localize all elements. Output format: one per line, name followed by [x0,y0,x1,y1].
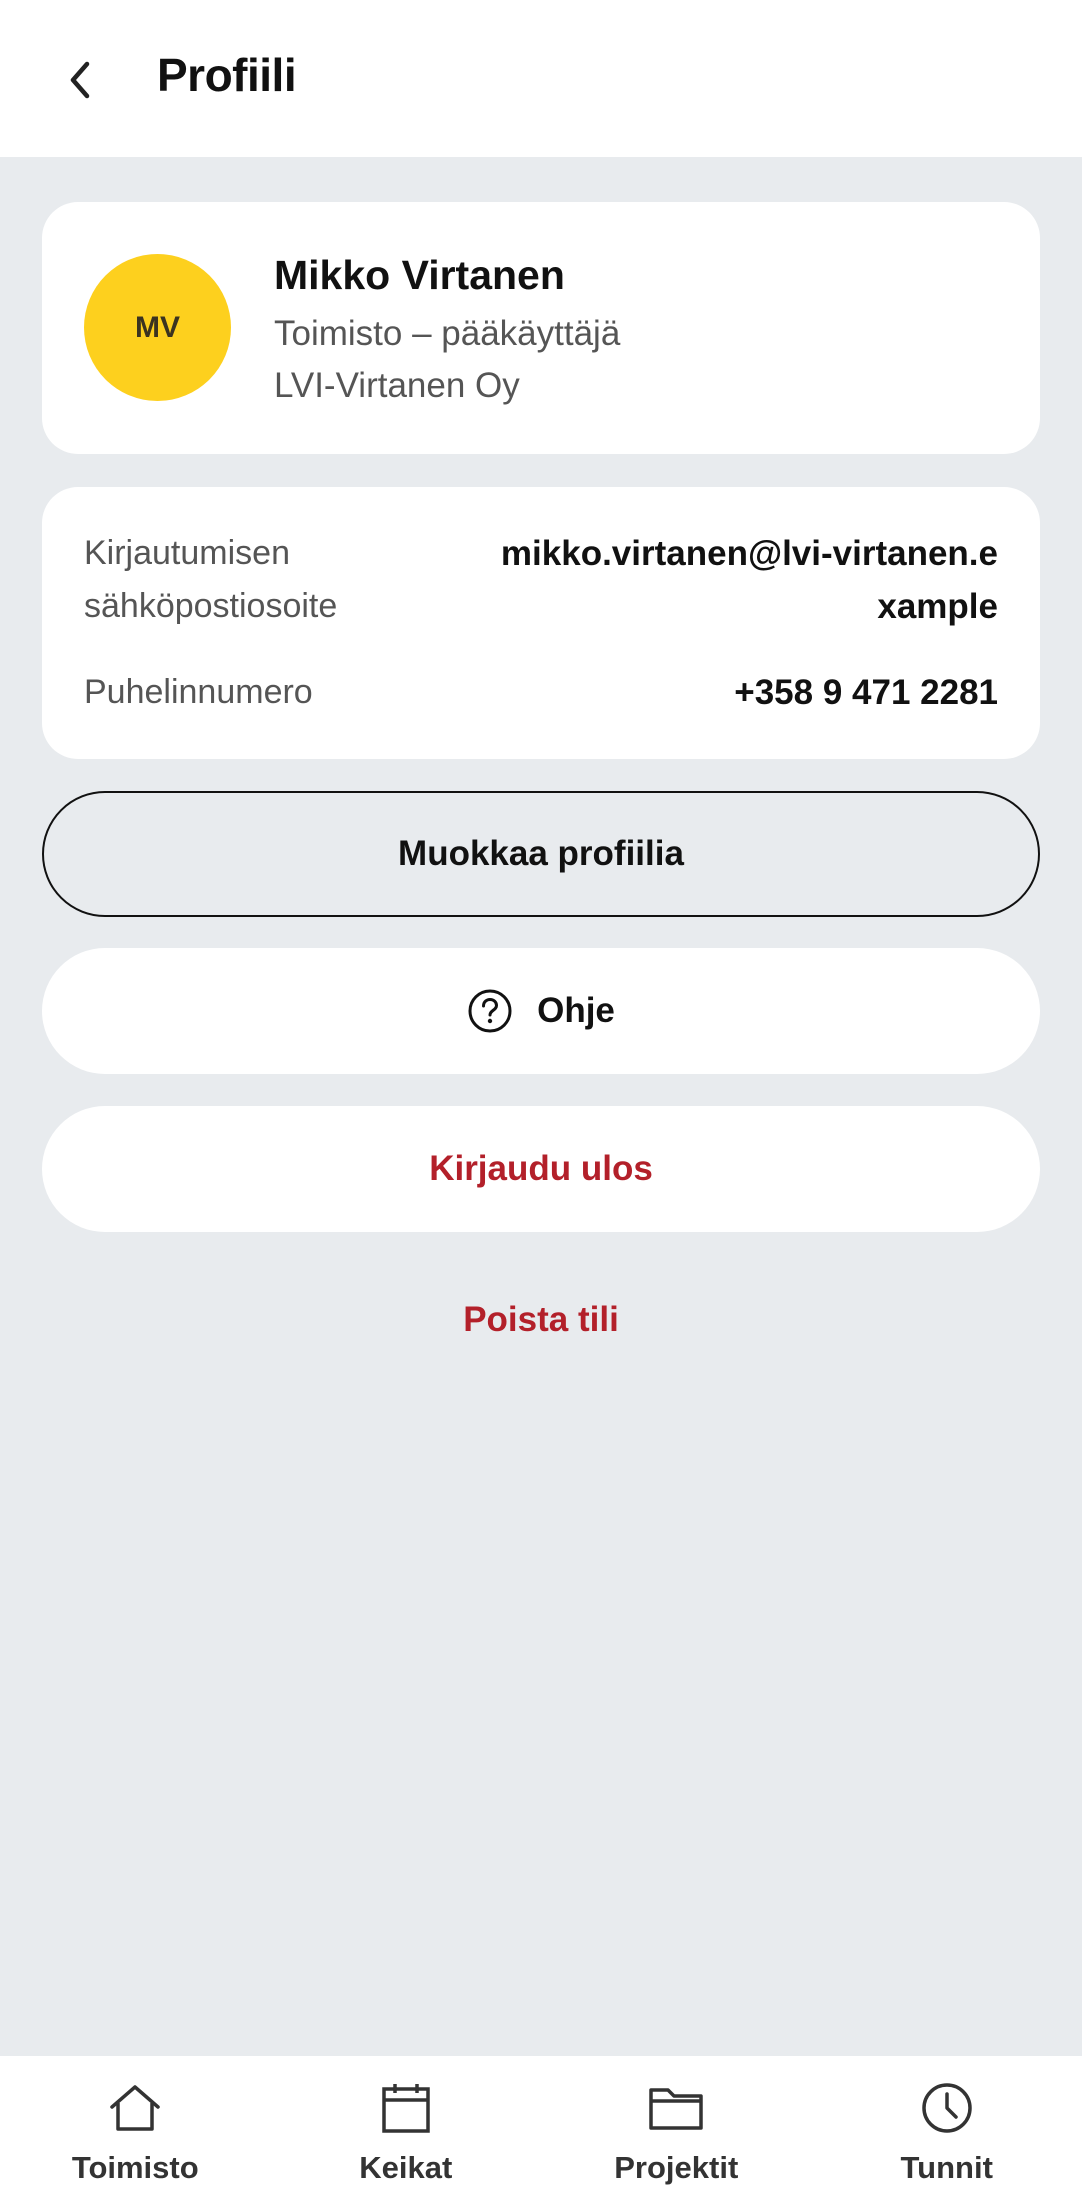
nav-item-toimisto[interactable]: Toimisto [0,2056,271,2202]
logout-button[interactable]: Kirjaudu ulos [42,1106,1040,1232]
avatar: MV [84,254,231,401]
nav-item-projektit[interactable]: Projektit [541,2056,812,2202]
logout-label: Kirjaudu ulos [429,1149,653,1188]
nav-label: Projektit [614,2150,739,2185]
nav-item-tunnit[interactable]: Tunnit [812,2056,1082,2202]
page-title: Profiili [157,49,297,101]
chevron-left-icon [70,61,90,99]
bottom-navigation: Toimisto Keikat Projektit Tunnit [0,2056,1082,2202]
profile-role: Toimisto – pääkäyttäjä [274,314,621,353]
home-icon [107,2078,163,2138]
folder-icon [648,2078,704,2138]
question-circle-icon [467,988,513,1034]
app-header: Profiili [0,0,1082,157]
help-button[interactable]: Ohje [42,948,1040,1074]
account-info-card: Kirjautumisen sähköpostiosoite mikko.vir… [42,487,1040,759]
clock-icon [920,2078,974,2138]
email-label: Kirjautumisen sähköpostiosoite [84,534,338,625]
nav-label: Keikat [359,2150,453,2185]
calendar-icon [381,2078,431,2138]
help-label: Ohje [537,991,615,1030]
profile-name: Mikko Virtanen [274,252,565,298]
nav-label: Tunnit [900,2150,993,2185]
delete-account-link[interactable]: Poista tili [0,1300,1082,1340]
profile-company: LVI-Virtanen Oy [274,366,520,405]
email-value: mikko.virtanen@lvi-virtanen.example [500,534,998,626]
edit-profile-label: Muokkaa profiilia [398,834,684,873]
profile-card: MV Mikko Virtanen Toimisto – pääkäyttäjä… [42,202,1040,454]
phone-value: +358 9 471 2281 [734,673,998,712]
nav-label: Toimisto [71,2150,199,2185]
nav-item-keikat[interactable]: Keikat [271,2056,542,2202]
phone-label: Puhelinnumero [84,673,313,711]
back-button[interactable] [50,50,110,110]
edit-profile-button[interactable]: Muokkaa profiilia [42,791,1040,917]
